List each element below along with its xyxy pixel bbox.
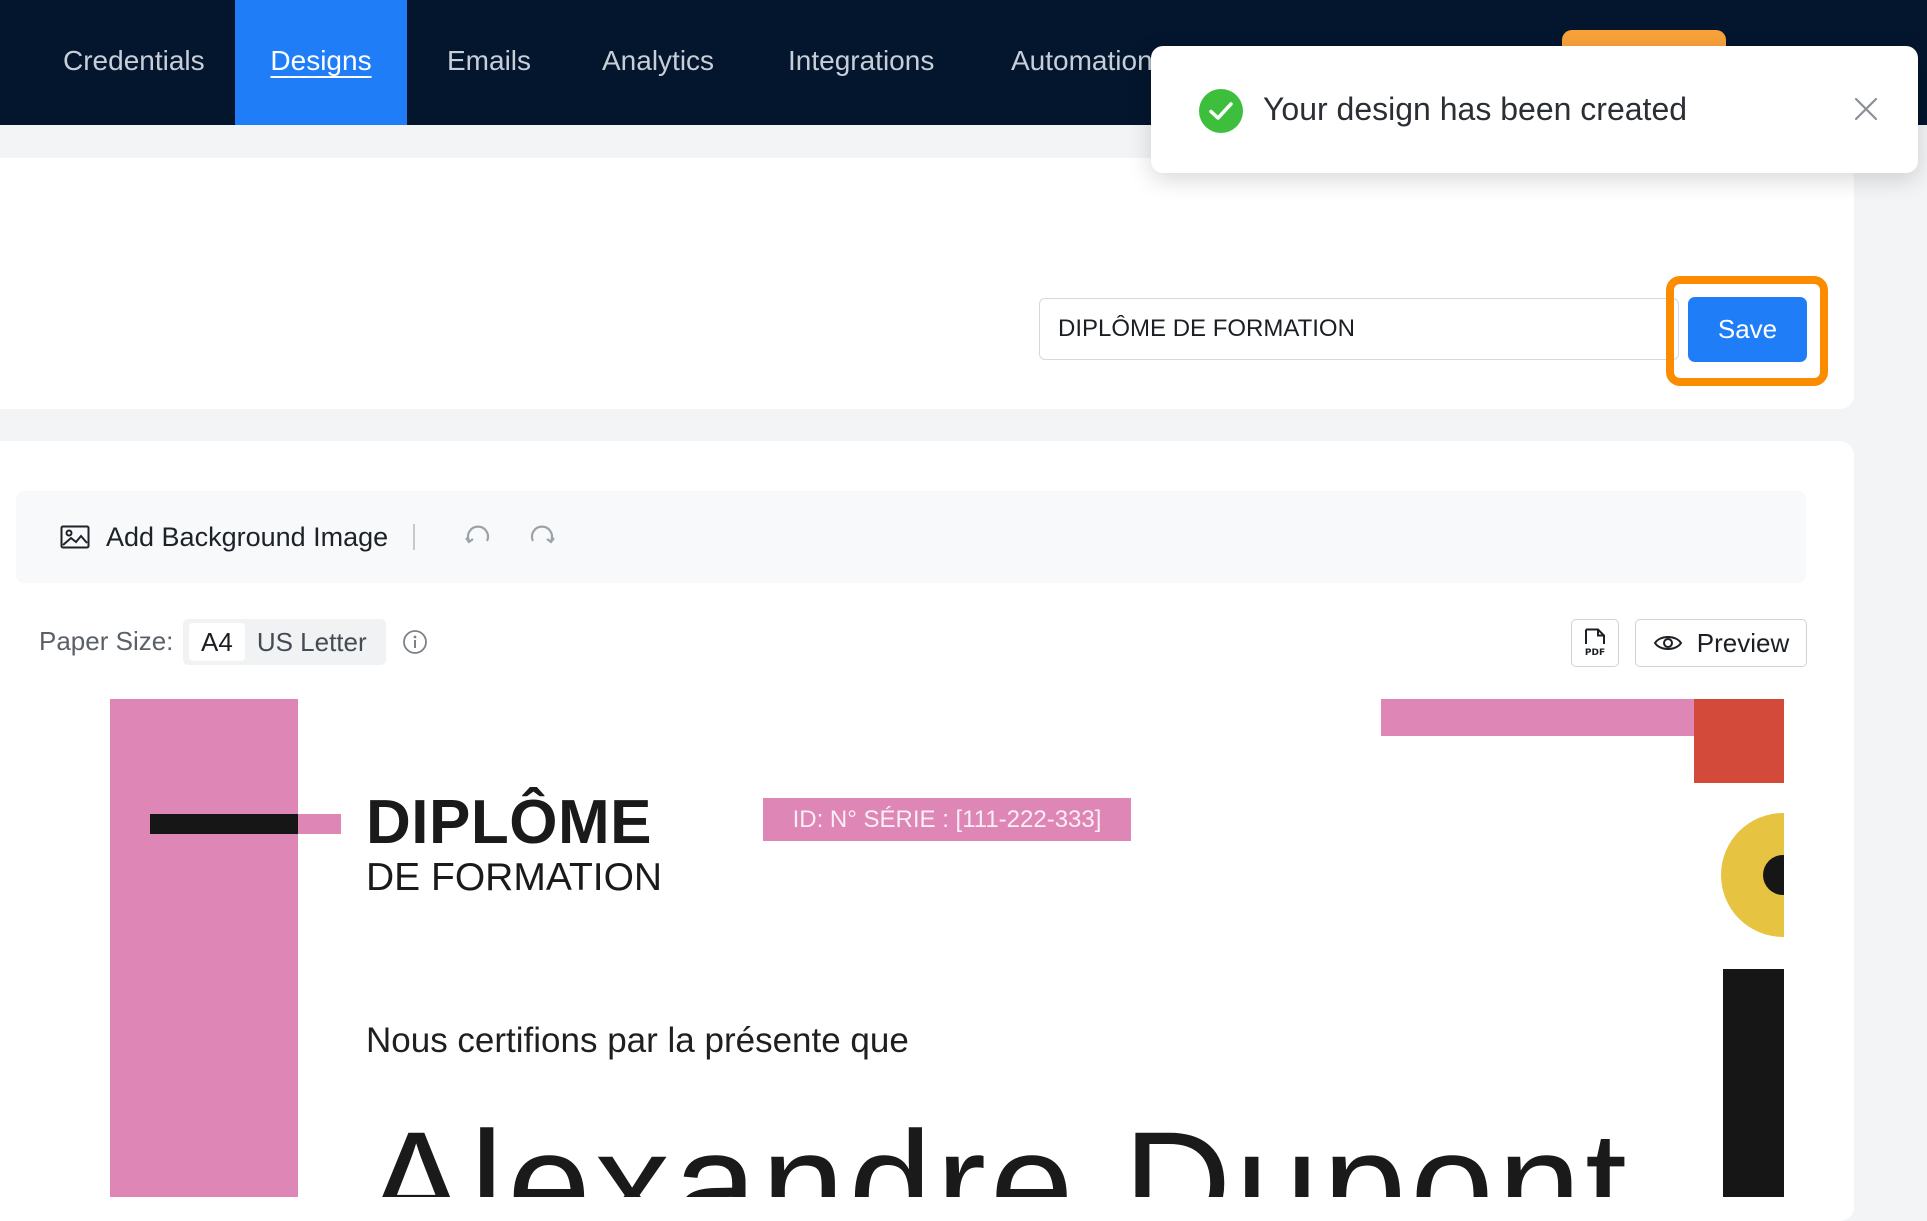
success-toast: Your design has been created (1151, 46, 1918, 173)
red-square (1694, 699, 1784, 783)
black-accent-line (150, 814, 298, 834)
close-icon[interactable] (1851, 94, 1881, 129)
certificate-title: DIPLÔME (366, 788, 652, 857)
save-button[interactable]: Save (1688, 297, 1807, 362)
tab-designs[interactable]: Designs (235, 0, 407, 125)
redo-button[interactable] (528, 491, 556, 583)
toolbar-divider (413, 524, 415, 550)
black-right-bar (1723, 969, 1784, 1197)
toast-message: Your design has been created (1263, 91, 1688, 127)
certificate-serial: ID: N° SÉRIE : [111-222-333] (763, 798, 1131, 841)
image-icon (60, 525, 90, 549)
tab-integrations[interactable]: Integrations (788, 0, 934, 125)
info-icon[interactable] (402, 629, 428, 660)
tab-automation[interactable]: Automation (1011, 0, 1153, 125)
undo-button[interactable] (464, 491, 492, 583)
undo-icon (465, 525, 490, 544)
certificate-subtitle: DE FORMATION (366, 856, 663, 899)
paper-size-option-us-letter[interactable]: US Letter (245, 623, 379, 661)
pink-accent-line (298, 814, 341, 834)
add-background-image-button[interactable]: Add Background Image (60, 491, 388, 583)
design-header-card (0, 158, 1854, 409)
certificate-certify-text: Nous certifions par la présente que (366, 1021, 909, 1060)
tab-credentials[interactable]: Credentials (63, 0, 205, 125)
pdf-icon-text: PDF (1585, 648, 1605, 658)
pink-top-bar (1381, 699, 1694, 736)
add-background-image-label: Add Background Image (106, 521, 389, 552)
eye-icon (1653, 636, 1682, 650)
preview-label: Preview (1696, 627, 1790, 658)
design-name-input[interactable] (1039, 298, 1679, 360)
paper-size-selector: A4 US Letter (183, 619, 386, 665)
paper-size-label: Paper Size: (39, 626, 174, 656)
paper-size-option-a4[interactable]: A4 (189, 623, 245, 661)
editor-toolbar: Add Background Image (16, 491, 1806, 583)
download-pdf-button[interactable]: PDF (1571, 619, 1619, 667)
pdf-file-icon: PDF (1585, 628, 1605, 658)
success-check-icon (1198, 88, 1244, 139)
redo-icon (530, 525, 555, 544)
tab-analytics[interactable]: Analytics (602, 0, 714, 125)
certificate-recipient-name: Alexandre Dupont (366, 1100, 1631, 1197)
pink-left-bar (110, 699, 298, 1197)
preview-button[interactable]: Preview (1635, 619, 1807, 667)
tab-emails[interactable]: Emails (447, 0, 531, 125)
certificate-canvas[interactable]: DIPLÔME DE FORMATION ID: N° SÉRIE : [111… (110, 699, 1784, 1197)
